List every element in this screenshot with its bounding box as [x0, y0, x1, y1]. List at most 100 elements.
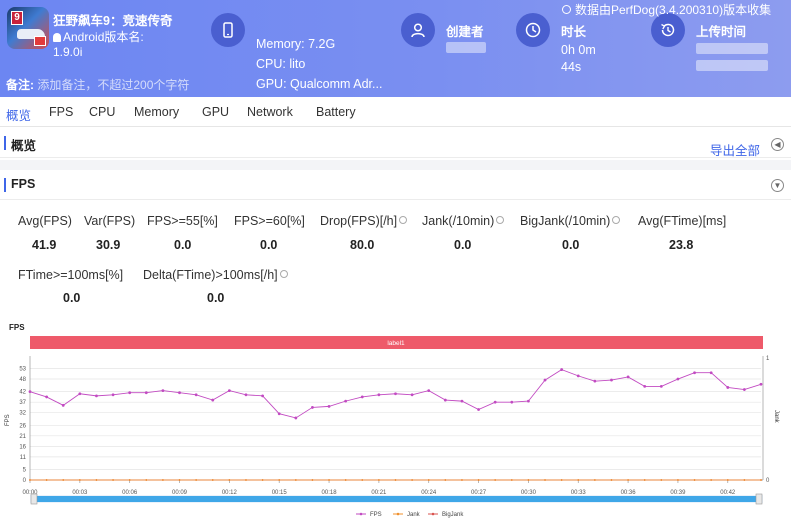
note-bar[interactable]: 备注: 添加备注，不超过200个字符	[0, 74, 250, 97]
fps-section-title: FPS	[11, 177, 36, 191]
metric-value: 0.0	[454, 238, 472, 252]
y-tick-label: 11	[20, 455, 27, 461]
data-point-jank	[394, 479, 397, 481]
duration-value-line1: 0h 0m	[561, 43, 596, 57]
data-point-jank	[427, 479, 430, 481]
data-point-jank	[726, 479, 729, 481]
overview-title: 概览	[11, 139, 37, 153]
data-point-jank	[128, 479, 131, 481]
source-note: 数据由PerfDog(3.4.200310)版本收集	[562, 1, 771, 18]
export-all-link[interactable]: 导出全部	[710, 140, 760, 159]
legend-marker	[359, 512, 363, 516]
data-point-fps	[394, 392, 397, 396]
slider-handle-left[interactable]	[30, 493, 38, 505]
data-point-jank	[45, 479, 48, 481]
tab-network[interactable]: Network	[247, 105, 293, 119]
history-icon	[651, 13, 685, 47]
data-point-fps	[194, 393, 198, 397]
collapse-down-icon[interactable]: ▼	[771, 179, 784, 192]
data-point-jank	[95, 479, 98, 481]
data-point-fps	[742, 388, 746, 391]
metric-label: BigJank(/10min)	[520, 214, 621, 228]
data-point-fps	[527, 399, 530, 403]
data-point-fps	[410, 393, 414, 397]
y-right-axis-ticks: 01	[766, 356, 770, 484]
source-note-text: 数据由PerfDog(3.4.200310)版本收集	[575, 3, 772, 17]
x-axis-ticks: 00:00 00:03 00:06 00:09 00:12 00:15 00:18 00:21…	[22, 480, 736, 496]
data-point-fps	[443, 398, 447, 402]
slider-handle-right[interactable]	[755, 493, 763, 505]
duration-label: 时长	[561, 25, 587, 39]
data-point-fps	[593, 379, 597, 383]
tab-overview[interactable]: 概览	[6, 105, 31, 124]
app-title: 狂野飙车9：竞速传奇	[53, 14, 173, 28]
data-point-jank	[228, 479, 231, 481]
data-point-fps	[128, 391, 132, 395]
tab-memory[interactable]: Memory	[134, 105, 179, 119]
data-point-fps	[144, 391, 148, 395]
data-point-fps	[211, 398, 215, 402]
y-tick-label: 26	[19, 423, 26, 429]
data-point-jank	[62, 479, 65, 481]
metric-label: FPS>=60[%]	[234, 214, 305, 228]
legend-label: Jank	[407, 512, 421, 518]
data-point-jank	[78, 479, 81, 481]
data-point-fps	[427, 389, 431, 393]
tab-bar: 概览 FPS CPU Memory GPU Network Battery	[0, 97, 791, 127]
data-point-jank	[411, 479, 414, 481]
data-point-fps	[360, 395, 364, 399]
metric-label: FTime>=100ms[%]	[18, 268, 124, 282]
report-header: 9 狂野飙车9：竞速传奇 Android版本名: 1.9.0i com.alig…	[0, 0, 791, 97]
y-right-axis-title: Jank	[773, 410, 779, 424]
data-point-jank	[544, 479, 546, 481]
user-icon	[401, 13, 435, 47]
data-point-jank	[178, 479, 181, 481]
label-band-text: label1	[387, 340, 405, 347]
metric-label: Delta(FTime)>100ms[/h]	[143, 268, 288, 282]
help-icon[interactable]	[612, 216, 621, 224]
tab-cpu[interactable]: CPU	[89, 105, 115, 119]
tab-fps[interactable]: FPS	[49, 105, 73, 119]
data-point-fps	[477, 408, 480, 411]
data-point-jank	[610, 479, 613, 481]
data-point-fps	[709, 371, 713, 375]
data-point-jank	[145, 479, 148, 481]
tab-gpu[interactable]: GPU	[202, 105, 229, 119]
help-icon[interactable]	[399, 216, 408, 224]
device-cpu: CPU: lito	[256, 57, 306, 71]
tab-battery[interactable]: Battery	[316, 105, 356, 119]
legend-marker	[396, 512, 400, 516]
data-point-jank	[660, 479, 663, 481]
data-point-fps	[161, 389, 165, 393]
data-point-jank	[328, 479, 330, 481]
y-right-tick-label: 0	[766, 478, 770, 484]
data-point-fps	[95, 394, 98, 398]
upload-time-redacted	[696, 43, 768, 54]
data-point-fps	[311, 406, 314, 409]
help-icon[interactable]	[496, 216, 505, 224]
data-point-fps	[610, 378, 613, 382]
metric-label: FPS>=55[%]	[147, 214, 218, 228]
upload-time-label: 上传时间	[696, 25, 747, 39]
device-memory: Memory: 7.2G	[256, 37, 336, 51]
data-point-jank	[461, 479, 463, 481]
y-tick-label: 48	[19, 377, 26, 383]
app-package: Android版本名: 1.9.0i com.aligames.kuang	[53, 30, 173, 58]
creator-value-redacted	[446, 42, 486, 53]
data-point-jank	[627, 479, 629, 481]
collapse-left-icon[interactable]: ◀	[771, 138, 784, 151]
metric-value: 23.8	[669, 238, 694, 252]
time-range-slider-selection[interactable]	[34, 496, 758, 502]
android-icon	[53, 33, 61, 42]
info-icon	[562, 5, 571, 14]
section-gap	[0, 160, 791, 170]
data-point-fps	[659, 384, 663, 388]
metric-label: Jank(/10min)	[422, 214, 505, 228]
help-icon[interactable]	[279, 270, 288, 278]
package-text: 1.9.0i com.aligames.kuang	[53, 45, 83, 58]
fps-section-header: FPS ▼	[0, 170, 791, 200]
note-input[interactable]: 添加备注，不超过200个字符	[37, 78, 189, 92]
y-right-tick-label: 1	[766, 356, 770, 362]
data-point-fps	[560, 368, 564, 371]
data-point-fps	[61, 403, 65, 407]
